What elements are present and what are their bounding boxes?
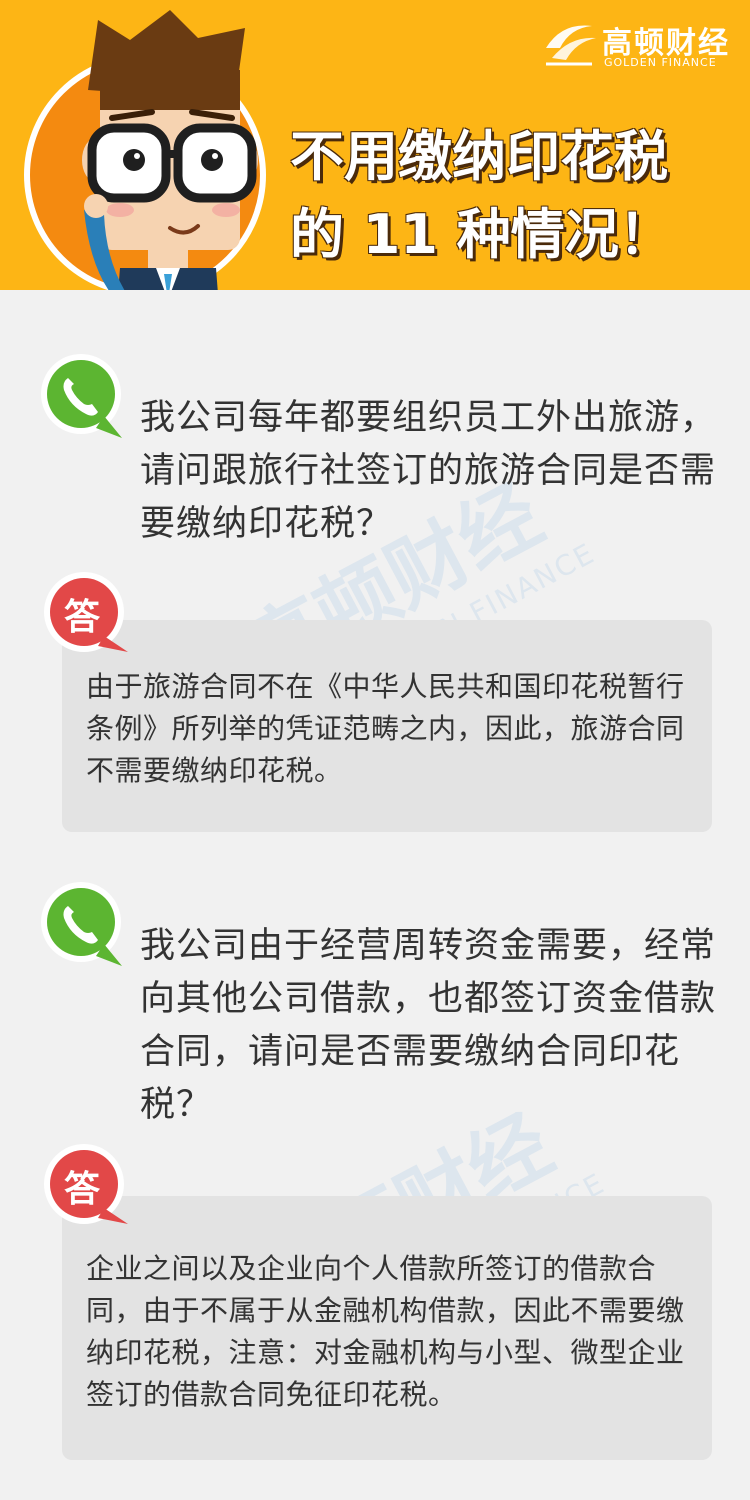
answer-label: 答	[64, 597, 101, 638]
page-title-line-1: 不用缴纳印花税	[290, 125, 668, 188]
header-banner: 高顿财经 GOLDEN FINANCE 不用缴纳印花税 的 11 种情况！	[0, 0, 750, 290]
brand-logo: 高顿财经 GOLDEN FINANCE	[542, 14, 732, 74]
phone-icon	[36, 880, 122, 966]
question-text: 我公司由于经营周转资金需要，经常向其他公司借款，也都签订资金借款合同，请问是否需…	[140, 926, 717, 1125]
answer-text: 由于旅游合同不在《中华人民共和国印花税暂行条例》所列举的凭证范畴之内，因此，旅游…	[86, 670, 685, 787]
mascot-character-icon	[20, 0, 290, 290]
answer-badge-icon: 答	[38, 570, 130, 662]
answer-label: 答	[64, 1169, 101, 1210]
page-title-line-2: 的 11 种情况！	[290, 203, 673, 266]
answer-box: 由于旅游合同不在《中华人民共和国印花税暂行条例》所列举的凭证范畴之内，因此，旅游…	[62, 620, 712, 832]
phone-icon	[36, 352, 122, 438]
golden-finance-logo-icon	[546, 25, 596, 66]
answer-text: 企业之间以及企业向个人借款所签订的借款合同，由于不属于从金融机构借款，因此不需要…	[86, 1252, 685, 1411]
question-text: 我公司每年都要组织员工外出旅游，请问跟旅行社签订的旅游合同是否需要缴纳印花税？	[140, 398, 717, 544]
answer-badge-icon: 答	[38, 1142, 130, 1234]
answer-box: 企业之间以及企业向个人借款所签订的借款合同，由于不属于从金融机构借款，因此不需要…	[62, 1196, 712, 1460]
brand-name-en: GOLDEN FINANCE	[604, 56, 717, 69]
